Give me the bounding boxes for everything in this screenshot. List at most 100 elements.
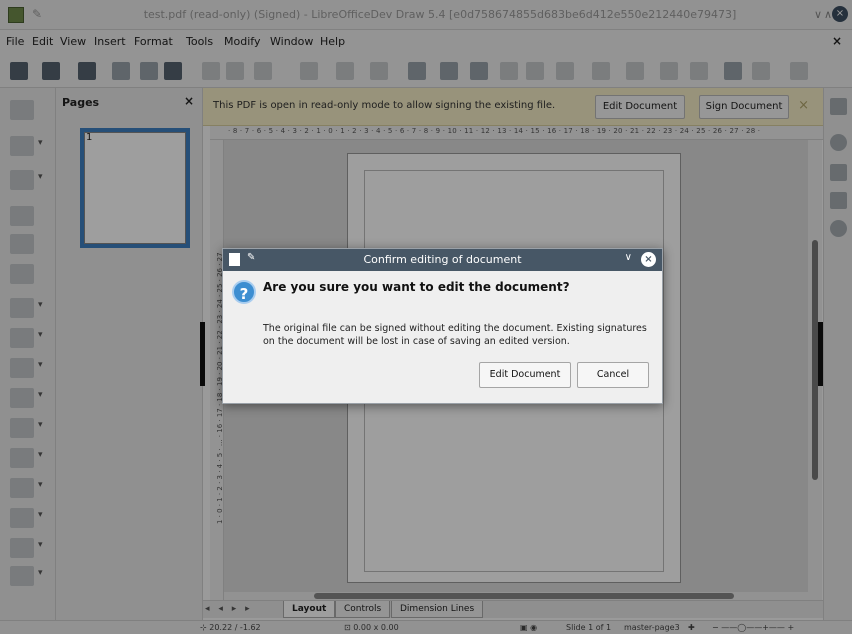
redo-icon[interactable] (370, 62, 388, 80)
stars-icon[interactable] (10, 538, 43, 558)
standard-toolbar (0, 54, 852, 88)
styles-icon[interactable] (830, 164, 847, 181)
menubar: File Edit View Insert Format Tools Modif… (0, 30, 852, 54)
fill-color-icon[interactable] (10, 170, 43, 190)
slide-pane-title: Pages (62, 96, 100, 109)
infobar-message: This PDF is open in read-only mode to al… (213, 100, 556, 111)
insert-image-icon[interactable] (500, 62, 518, 80)
insert-textbox-icon[interactable] (556, 62, 574, 80)
menu-tools[interactable]: Tools (186, 35, 213, 48)
question-icon: ? (232, 280, 256, 304)
menu-view[interactable]: View (60, 35, 86, 48)
helplines-icon[interactable] (440, 62, 458, 80)
minimize-icon[interactable]: ∨ (814, 8, 822, 21)
infobar-edit-document-button[interactable]: Edit Document (595, 95, 685, 119)
dialog-message: The original file can be signed without … (263, 323, 647, 347)
menu-insert[interactable]: Insert (94, 35, 126, 48)
status-slide: Slide 1 of 1 (566, 623, 612, 632)
cancel-button[interactable]: Cancel (577, 362, 649, 388)
menu-format[interactable]: Format (134, 35, 173, 48)
save-icon[interactable] (42, 62, 60, 80)
lines-arrows-icon[interactable] (10, 298, 43, 318)
curve-icon[interactable] (592, 62, 610, 80)
line-tool-icon[interactable] (10, 206, 34, 226)
horizontal-scrollbar[interactable] (224, 592, 808, 600)
navigator-icon[interactable] (830, 220, 847, 237)
callouts-icon[interactable] (10, 508, 43, 528)
drawing-toolbar (0, 88, 56, 620)
horizontal-ruler: · 8 · 7 · 6 · 5 · 4 · 3 · 2 · 1 · 0 · 1 … (210, 126, 823, 140)
gallery-icon[interactable] (830, 192, 847, 209)
page-thumbnail[interactable] (80, 128, 190, 248)
page-thumbnail-number: 1 (86, 132, 93, 143)
extrusion-icon[interactable] (790, 62, 808, 80)
export-icon[interactable] (78, 62, 96, 80)
basic-shapes-icon[interactable] (10, 388, 43, 408)
zoom-fit-icon[interactable]: ✚ (688, 623, 695, 632)
dialog-close-icon[interactable]: × (641, 252, 656, 267)
dialog-title: Confirm editing of document (363, 253, 522, 266)
ellipse-tool-icon[interactable] (10, 264, 34, 284)
digital-signature-icon[interactable]: ▣ ◉ (520, 623, 537, 632)
grid-icon[interactable] (408, 62, 426, 80)
slide-pane-collapse-handle[interactable] (200, 322, 205, 386)
slide-pane: Pages × 1 (56, 88, 203, 620)
layer-tabs: ◂ ◂ ▸ ▸ Layout Controls Dimension Lines (203, 600, 823, 618)
window-close-icon[interactable]: × (832, 6, 848, 22)
infobar-close-icon[interactable]: × (798, 98, 809, 113)
connector-icon[interactable] (626, 62, 644, 80)
slide-pane-close-icon[interactable]: × (184, 94, 194, 108)
select-tool-icon[interactable] (10, 100, 34, 120)
undo-icon[interactable] (336, 62, 354, 80)
menu-window[interactable]: Window (270, 35, 313, 48)
tab-layout[interactable]: Layout (283, 601, 336, 618)
paste-icon[interactable] (254, 62, 272, 80)
status-position: ⊹ 20.22 / -1.62 (200, 623, 261, 632)
maximize-icon[interactable]: ∧ (824, 8, 832, 21)
print-icon[interactable] (164, 62, 182, 80)
tab-dimension-lines[interactable]: Dimension Lines (391, 601, 484, 618)
status-master-page: master-page3 (624, 623, 680, 632)
pdf-icon[interactable] (112, 62, 130, 80)
rectangle-tool-icon[interactable] (10, 234, 34, 254)
window-titlebar: ✎ test.pdf (read-only) (Signed) - LibreO… (0, 0, 852, 30)
cut-icon[interactable] (202, 62, 220, 80)
symbol-shapes-icon[interactable] (10, 418, 43, 438)
horizontal-ruler-ticks: · 8 · 7 · 6 · 5 · 4 · 3 · 2 · 1 · 0 · 1 … (228, 127, 761, 135)
menu-modify[interactable]: Modify (224, 35, 260, 48)
tab-navigation-arrows[interactable]: ◂ ◂ ▸ ▸ (205, 604, 253, 614)
copy-icon[interactable] (226, 62, 244, 80)
shadow-icon[interactable] (724, 62, 742, 80)
export-pdf-icon[interactable] (140, 62, 158, 80)
flowchart-icon[interactable] (10, 478, 43, 498)
close-document-icon[interactable]: × (832, 34, 842, 48)
chevron-down-icon[interactable]: ∨ (625, 252, 632, 263)
curves-icon[interactable] (10, 328, 43, 348)
draw-app-icon (8, 7, 24, 23)
sidebar-menu-icon[interactable] (830, 98, 847, 115)
status-size: ⊡ 0.00 x 0.00 (344, 623, 399, 632)
block-arrows-icon[interactable] (10, 448, 43, 468)
sidebar-deck (823, 88, 852, 620)
menu-help[interactable]: Help (320, 35, 345, 48)
line-color-icon[interactable] (10, 136, 43, 156)
connectors-icon[interactable] (10, 358, 43, 378)
properties-icon[interactable] (830, 134, 847, 151)
align-icon[interactable] (690, 62, 708, 80)
transformations-icon[interactable] (660, 62, 678, 80)
zoom-slider[interactable]: − ——◯——+—— + (712, 623, 794, 632)
clone-formatting-icon[interactable] (300, 62, 318, 80)
menu-edit[interactable]: Edit (32, 35, 53, 48)
dialog-titlebar: ✎ Confirm editing of document ∨ × (223, 249, 662, 271)
pin-icon[interactable]: ✎ (32, 7, 42, 21)
infobar-sign-document-button[interactable]: Sign Document (699, 95, 789, 119)
insert-table-icon[interactable] (526, 62, 544, 80)
crop-icon[interactable] (752, 62, 770, 80)
menu-file[interactable]: File (6, 35, 24, 48)
zoom-pan-icon[interactable] (470, 62, 488, 80)
3d-objects-icon[interactable] (10, 566, 43, 586)
edit-document-button[interactable]: Edit Document (479, 362, 571, 388)
tab-controls[interactable]: Controls (335, 601, 391, 618)
dialog-heading: Are you sure you want to edit the docume… (263, 280, 570, 294)
slide-icon[interactable] (10, 62, 28, 80)
